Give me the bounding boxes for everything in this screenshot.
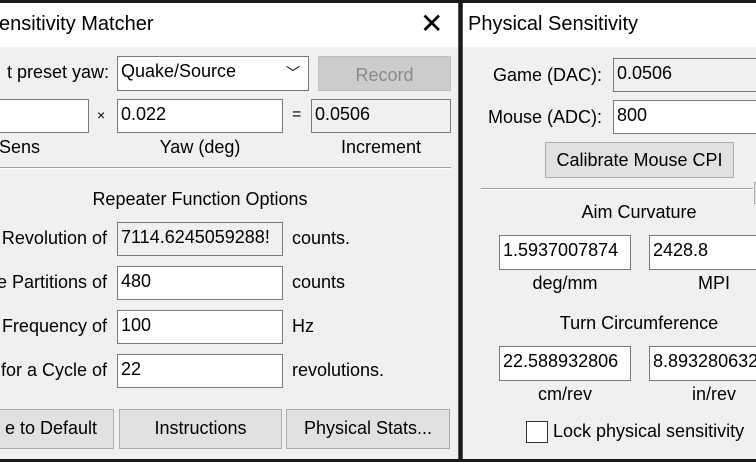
sens-label: Sens: [0, 137, 41, 157]
close-icon[interactable]: ✕: [420, 7, 443, 40]
cm-per-rev-input[interactable]: 22.588932806: [499, 346, 631, 381]
cycle-label: for a Cycle of: [0, 360, 107, 380]
calibrate-mouse-cpi-button[interactable]: Calibrate Mouse CPI: [545, 142, 734, 178]
revolution-unit: counts.: [292, 228, 351, 248]
game-dac-output: 0.0506: [613, 58, 756, 92]
window-title: Physical Sensitivity: [468, 13, 639, 35]
times-sign: ×: [97, 107, 106, 123]
preset-label: t preset yaw:: [6, 62, 109, 82]
partitions-input[interactable]: 480: [117, 266, 283, 300]
aim-curvature-title: Aim Curvature: [581, 202, 697, 222]
frequency-label: Frequency of: [1, 316, 107, 336]
increment-output: 0.0506: [311, 99, 451, 133]
cycle-input[interactable]: 22: [117, 354, 283, 388]
instructions-button[interactable]: Instructions: [119, 409, 282, 449]
title-bar: ensitivity Matcher ✕: [0, 3, 458, 47]
game-dac-label: Game (DAC):: [492, 65, 602, 85]
lock-physical-sensitivity-label[interactable]: Lock physical sensitivity: [553, 421, 744, 442]
physical-stats-button[interactable]: Physical Stats...: [286, 409, 450, 449]
equals-sign: =: [292, 106, 302, 123]
mouse-adc-input[interactable]: 800: [613, 100, 756, 134]
frequency-input[interactable]: 100: [117, 310, 283, 344]
cm-per-rev-label: cm/rev: [538, 384, 592, 404]
window-title: ensitivity Matcher: [0, 13, 154, 35]
partitions-unit: counts: [292, 272, 346, 292]
deg-per-mm-input[interactable]: 1.5937007874: [499, 235, 631, 270]
chevron-down-icon: ﹀: [286, 65, 300, 81]
in-per-rev-input[interactable]: 8.893280632: [649, 346, 756, 381]
yaw-input[interactable]: 0.022: [117, 99, 283, 133]
title-bar: Physical Sensitivity: [463, 3, 756, 47]
turn-circumference-title: Turn Circumference: [559, 313, 719, 333]
revolution-input[interactable]: 7114.6245059288!: [117, 222, 283, 256]
physical-sensitivity-window: Physical Sensitivity Game (DAC): 0.0506 …: [462, 3, 756, 459]
repeater-title: Repeater Function Options: [92, 189, 308, 209]
reset-to-default-button[interactable]: e to Default: [0, 409, 114, 449]
preset-select[interactable]: Quake/Source ﹀: [117, 56, 309, 91]
partitions-label: e Partitions of: [0, 272, 107, 292]
revolution-label: Revolution of: [1, 228, 107, 248]
increment-label: Increment: [340, 137, 422, 157]
frequency-unit: Hz: [292, 316, 314, 336]
preset-value: Quake/Source: [121, 61, 237, 81]
lock-physical-sensitivity-checkbox[interactable]: [526, 421, 548, 443]
record-button[interactable]: Record: [318, 56, 451, 91]
separator: [481, 188, 753, 190]
mouse-adc-label: Mouse (ADC):: [487, 107, 602, 127]
mpi-label: MPI: [697, 273, 730, 293]
cycle-unit: revolutions.: [292, 360, 385, 380]
in-per-rev-label: in/rev: [691, 384, 736, 404]
separator: [0, 167, 451, 169]
deg-per-mm-label: deg/mm: [532, 273, 598, 293]
mpi-input[interactable]: 2428.8: [649, 235, 756, 270]
sens-input[interactable]: [0, 99, 89, 133]
sensitivity-matcher-window: ensitivity Matcher ✕ t preset yaw: Quake…: [0, 3, 459, 459]
yaw-label: Yaw (deg): [159, 137, 241, 157]
